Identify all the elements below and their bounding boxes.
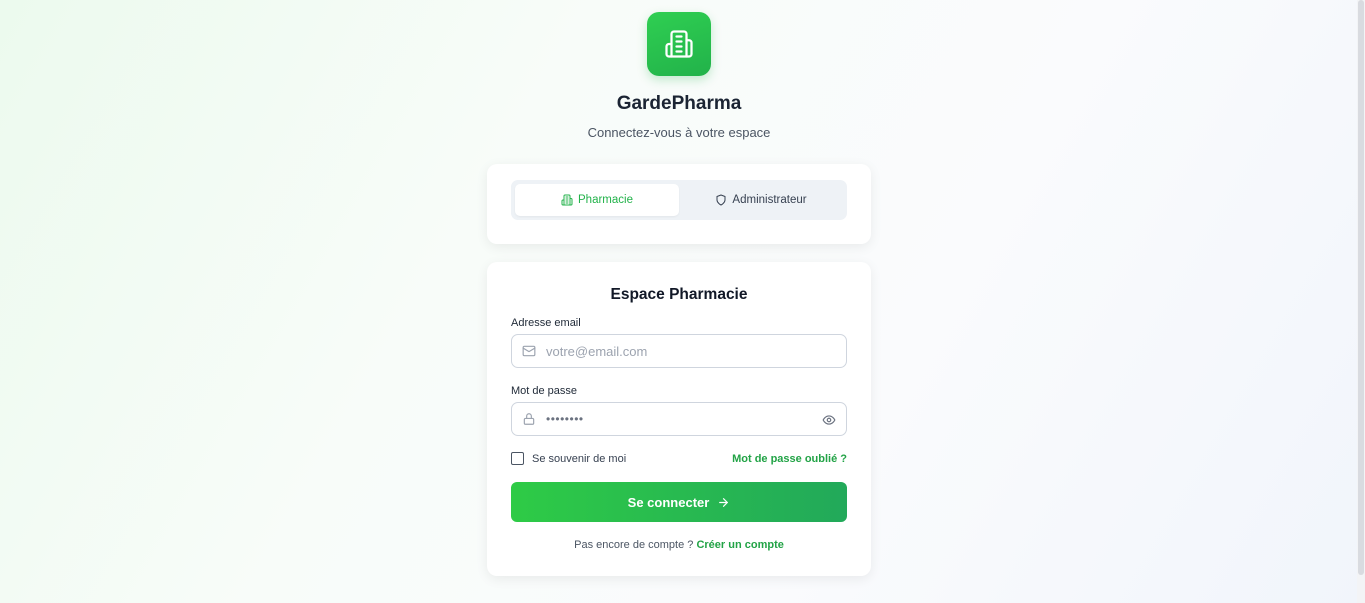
signup-prompt-text: Pas encore de compte ? (574, 539, 694, 551)
remember-me[interactable]: Se souvenir de moi (511, 452, 626, 465)
remember-label: Se souvenir de moi (532, 452, 627, 465)
arrow-right-icon (719, 497, 729, 507)
tab-pharmacie[interactable]: Pharmacie (515, 184, 679, 216)
signup-prompt: Pas encore de compte ? Créer un compte (487, 539, 871, 551)
scrollbar-thumb[interactable] (1358, 0, 1364, 575)
building-icon (561, 194, 573, 206)
create-account-link[interactable]: Créer un compte (696, 539, 783, 551)
tab-administrateur[interactable]: Administrateur (679, 184, 843, 216)
page-scrollbar[interactable] (1357, 0, 1365, 603)
lock-icon (523, 413, 535, 425)
mail-icon (522, 345, 536, 357)
form-title: Espace Pharmacie (610, 286, 748, 303)
password-field[interactable]: •••••••• (511, 402, 847, 436)
app-subtitle: Connectez-vous à votre espace (587, 125, 771, 140)
email-label: Adresse email (511, 317, 581, 329)
pharmacy-building-icon (665, 30, 693, 58)
tab-pharmacie-label: Pharmacie (578, 194, 633, 206)
remember-checkbox[interactable] (511, 452, 524, 465)
password-value: •••••••• (546, 412, 584, 426)
password-label: Mot de passe (511, 385, 578, 397)
app-logo (647, 12, 711, 76)
role-selector-card: Pharmacie Administrateur (487, 164, 871, 244)
email-placeholder: votre@email.com (546, 343, 648, 359)
login-button-label: Se connecter (627, 494, 710, 510)
role-tabs: Pharmacie Administrateur (511, 180, 847, 220)
shield-icon (716, 194, 726, 206)
eye-icon[interactable] (822, 413, 836, 427)
login-form-card: Espace Pharmacie Adresse email votre@ema… (487, 262, 871, 576)
tab-administrateur-label: Administrateur (732, 194, 807, 206)
email-field[interactable]: votre@email.com (511, 334, 847, 368)
app-title: GardePharma (616, 93, 742, 114)
forgot-password-link[interactable]: Mot de passe oublié ? (732, 453, 847, 465)
login-button[interactable]: Se connecter (511, 482, 847, 522)
